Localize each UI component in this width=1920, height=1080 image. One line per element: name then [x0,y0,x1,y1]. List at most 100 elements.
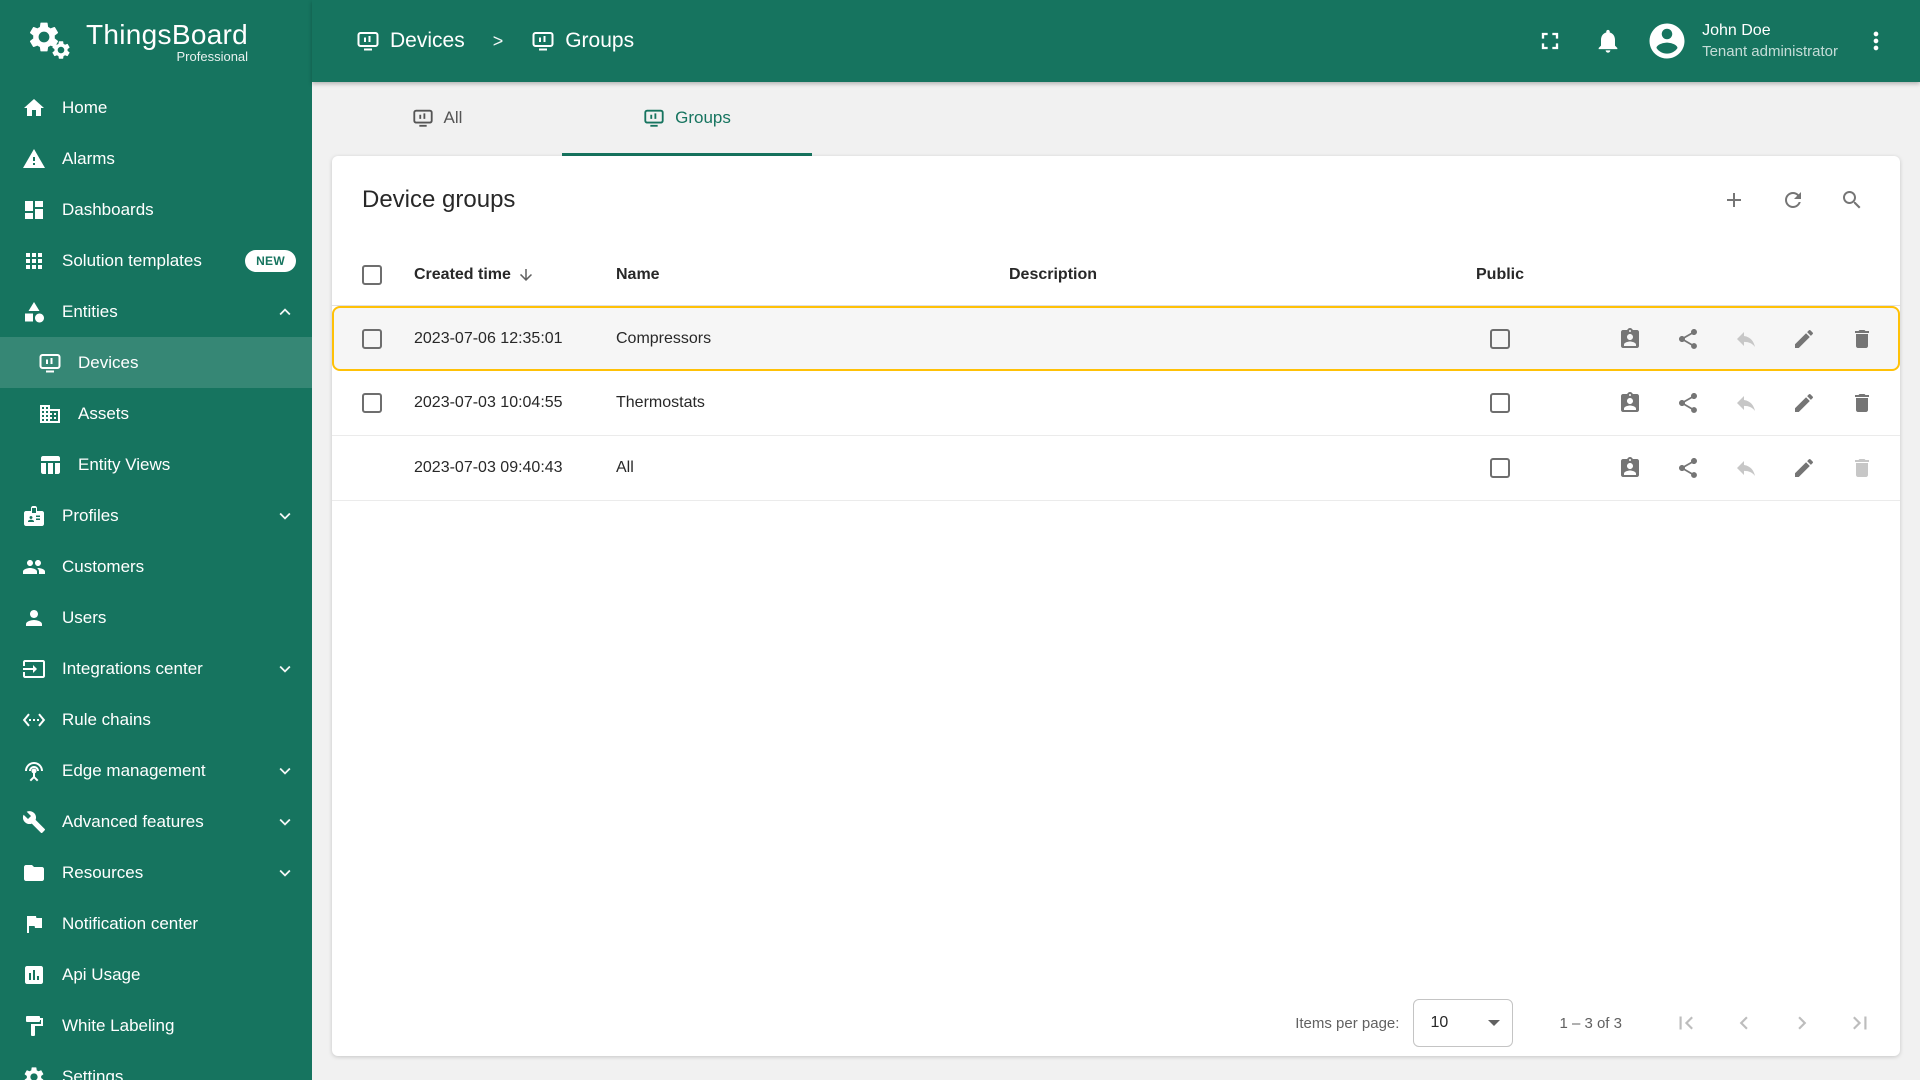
public-checkbox[interactable] [1490,328,1510,349]
table-row-compressors[interactable]: 2023-07-06 12:35:01 Compressors [332,306,1900,371]
add-group-button[interactable] [1710,176,1758,224]
sidebar-item-label: Profiles [62,505,119,525]
assignment-ind-icon [1618,456,1642,480]
person-icon [22,606,46,630]
delete-button[interactable] [1838,379,1886,427]
last-page-button[interactable] [1838,1001,1882,1045]
make-private-button[interactable] [1722,444,1770,492]
search-icon [1840,188,1864,212]
tab-groups[interactable]: Groups [562,82,812,156]
share-button[interactable] [1664,444,1712,492]
next-page-button[interactable] [1780,1001,1824,1045]
home-icon [22,96,46,120]
items-per-page-value: 10 [1430,1014,1449,1031]
sidebar-item-label: Entity Views [78,454,171,474]
fullscreen-button[interactable] [1530,21,1570,61]
sidebar-item-label: Integrations center [62,658,203,678]
category-icon [22,300,46,324]
column-header-public[interactable]: Public [1476,266,1606,284]
groups-icon [643,107,665,129]
first-page-button[interactable] [1664,1001,1708,1045]
sidebar-item-label: Customers [62,556,145,576]
sidebar-item-notification-center[interactable]: Notification center [0,898,312,949]
prev-page-icon [1731,1010,1757,1036]
edit-button[interactable] [1780,379,1828,427]
group-users-button[interactable] [1606,444,1654,492]
settings-ethernet-icon [22,708,46,732]
avatar-icon[interactable] [1646,20,1688,62]
prev-page-button[interactable] [1722,1001,1766,1045]
sidebar-item-white-labeling[interactable]: White Labeling [0,1000,312,1051]
cell-created-time: 2023-07-06 12:35:01 [414,329,563,347]
column-header-created-time[interactable]: Created time [414,266,616,284]
brand-title: ThingsBoard [86,18,249,50]
page-range: 1 – 3 of 3 [1559,1014,1622,1032]
more-menu-button[interactable] [1856,21,1896,61]
items-per-page-select[interactable]: 10 [1413,999,1514,1047]
refresh-button[interactable] [1769,176,1817,224]
row-actions [1606,315,1900,363]
dropdown-arrow-icon [1488,1020,1501,1026]
table-header-row: Created time Name Description Public [332,244,1900,306]
build-icon [22,810,46,834]
sidebar-item-devices[interactable]: Devices [0,337,312,388]
paginator: Items per page: 10 1 – 3 of 3 [332,990,1900,1056]
column-header-name[interactable]: Name [616,266,1009,284]
refresh-icon [1781,188,1805,212]
settings-icon [22,1065,46,1080]
public-checkbox[interactable] [1490,458,1510,478]
sidebar-item-label: White Labeling [62,1015,175,1035]
brand-edition: Professional [176,48,249,64]
badge-icon [22,504,46,528]
sidebar-item-solution-templates[interactable]: Solution templates NEW [0,235,312,286]
sidebar-item-label: Users [62,607,107,627]
edit-button[interactable] [1780,444,1828,492]
column-header-description[interactable]: Description [1009,266,1476,284]
delete-button[interactable] [1838,315,1886,363]
sidebar-item-assets[interactable]: Assets [0,388,312,439]
breadcrumb-devices[interactable]: Devices [390,29,465,53]
sidebar-item-edge-management[interactable]: Edge management [0,745,312,796]
sidebar-item-rule-chains[interactable]: Rule chains [0,694,312,745]
notifications-button[interactable] [1588,21,1628,61]
sidebar-item-resources[interactable]: Resources [0,847,312,898]
table-row-thermostats[interactable]: 2023-07-03 10:04:55 Thermostats [332,371,1900,436]
row-checkbox[interactable] [362,393,382,413]
table-row-all[interactable]: 2023-07-03 09:40:43 All [332,436,1900,501]
group-users-button[interactable] [1606,379,1654,427]
row-checkbox[interactable] [362,328,382,349]
chevron-down-icon [274,862,296,884]
column-label: Created time [414,265,511,283]
sidebar-item-entities[interactable]: Entities [0,286,312,337]
breadcrumb-groups[interactable]: Groups [565,29,634,53]
search-button[interactable] [1828,176,1876,224]
sidebar-item-entity-views[interactable]: Entity Views [0,439,312,490]
sidebar-item-settings[interactable]: Settings [0,1051,312,1080]
sidebar-item-advanced-features[interactable]: Advanced features [0,796,312,847]
share-button[interactable] [1664,379,1712,427]
public-checkbox[interactable] [1490,393,1510,413]
sidebar-item-api-usage[interactable]: Api Usage [0,949,312,1000]
row-actions [1606,444,1900,492]
share-button[interactable] [1664,315,1712,363]
sidebar-item-profiles[interactable]: Profiles [0,490,312,541]
share-icon [1676,456,1700,480]
select-all-checkbox[interactable] [362,264,382,285]
edit-button[interactable] [1780,315,1828,363]
sidebar-item-dashboards[interactable]: Dashboards [0,184,312,235]
last-page-icon [1847,1010,1873,1036]
sidebar-item-customers[interactable]: Customers [0,541,312,592]
tab-bar: All Groups [312,82,1920,156]
tab-all[interactable]: All [312,82,562,156]
cell-created-time: 2023-07-03 10:04:55 [414,394,563,411]
sidebar-item-users[interactable]: Users [0,592,312,643]
antenna-icon [22,759,46,783]
group-users-button[interactable] [1606,315,1654,363]
sidebar-item-home[interactable]: Home [0,82,312,133]
make-private-button[interactable] [1722,379,1770,427]
share-icon [1676,327,1700,351]
make-private-button[interactable] [1722,315,1770,363]
notifications-icon [1594,27,1622,55]
sidebar-item-alarms[interactable]: Alarms [0,133,312,184]
sidebar-item-integrations-center[interactable]: Integrations center [0,643,312,694]
